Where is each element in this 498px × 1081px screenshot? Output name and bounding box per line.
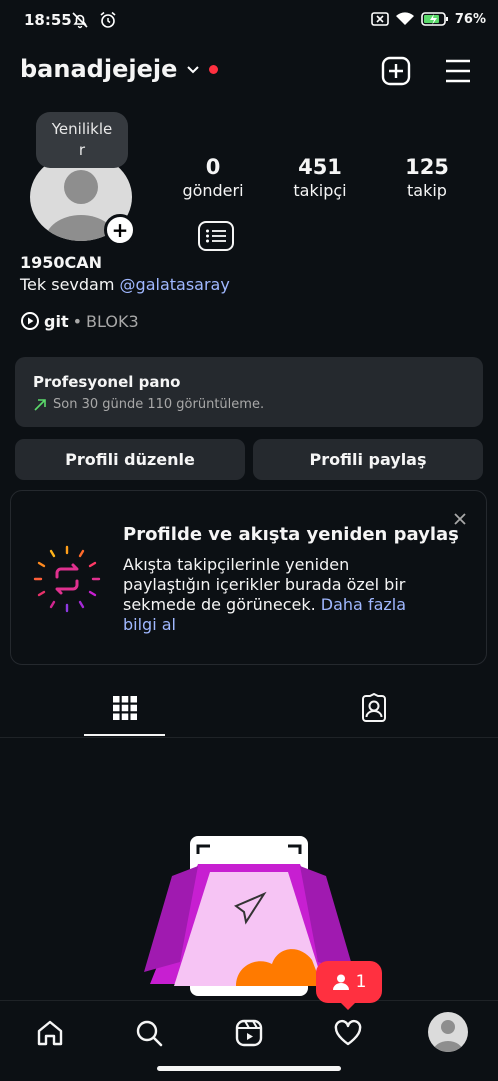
battery-icon — [421, 12, 448, 26]
username: banadjejeje — [20, 55, 178, 83]
nav-search[interactable] — [129, 1013, 169, 1053]
dashboard-title: Profesyonel pano — [33, 373, 181, 391]
music-separator: • — [72, 311, 83, 331]
status-time: 18:55 — [24, 11, 72, 29]
following-stat[interactable]: 125 takip — [382, 155, 472, 200]
wifi-icon — [395, 12, 414, 25]
notification-pointer — [339, 1001, 357, 1010]
tab-divider — [0, 737, 498, 738]
nav-home[interactable] — [30, 1013, 70, 1053]
music-row[interactable]: git • BLOK3 — [20, 311, 139, 331]
professional-dashboard-card[interactable]: Profesyonel pano Son 30 günde 110 görünt… — [15, 357, 483, 427]
reels-icon — [235, 1019, 263, 1047]
home-indicator — [157, 1066, 341, 1071]
chevron-down-icon — [187, 66, 200, 74]
grid-icon — [112, 696, 137, 720]
battery-percent: 76% — [454, 11, 486, 27]
tab-grid[interactable] — [84, 688, 165, 728]
following-count: 125 — [405, 155, 449, 179]
nav-activity[interactable] — [328, 1013, 368, 1053]
muted-bell-icon — [72, 12, 88, 29]
dashboard-subtitle-row: Son 30 günde 110 görüntüleme. — [33, 397, 264, 412]
posts-count: 0 — [205, 155, 221, 179]
promo-title: Profilde ve akışta yeniden paylaş — [123, 524, 459, 545]
following-label: takip — [407, 181, 447, 200]
notes-line-2: r — [78, 141, 86, 159]
repost-promo-card: Profilde ve akışta yeniden paylaş Akışta… — [10, 490, 487, 665]
edit-profile-button[interactable]: Profili düzenle — [15, 439, 245, 480]
tagged-person-icon — [361, 693, 386, 722]
tab-tagged[interactable] — [333, 688, 414, 728]
status-left-icons — [70, 10, 118, 30]
heart-icon — [334, 1019, 362, 1046]
status-right-icons: 76% — [371, 11, 486, 27]
dismiss-button[interactable] — [448, 507, 472, 531]
posts-stat[interactable]: 0 gönderi — [168, 155, 258, 200]
posts-label: gönderi — [182, 181, 244, 200]
plus-square-icon — [381, 56, 411, 86]
bio-text: Tek sevdam — [20, 275, 120, 294]
dashboard-subtitle: Son 30 günde 110 görüntüleme. — [53, 397, 265, 412]
bio-mention-link[interactable]: @galatasaray — [120, 275, 230, 294]
active-tab-indicator — [84, 734, 165, 736]
home-icon — [37, 1020, 63, 1046]
search-icon — [136, 1020, 163, 1047]
followers-label: takipçi — [293, 181, 347, 200]
music-title: git — [44, 311, 69, 331]
share-profile-button[interactable]: Profili paylaş — [253, 439, 483, 480]
trend-arrow-icon — [34, 398, 46, 411]
nav-reels[interactable] — [229, 1013, 269, 1053]
person-icon — [332, 974, 349, 990]
notification-dot — [209, 64, 219, 74]
list-view-button[interactable] — [198, 221, 234, 251]
add-story-button[interactable]: + — [104, 214, 136, 246]
no-sim-icon — [371, 12, 389, 26]
list-icon — [206, 229, 226, 243]
follower-notification-badge[interactable]: 1 — [316, 961, 382, 1003]
promo-body: Akışta takipçilerinle yeniden paylaştığı… — [123, 555, 423, 635]
account-switcher[interactable]: banadjejeje — [20, 55, 219, 83]
followers-stat[interactable]: 451 takipçi — [275, 155, 365, 200]
alarm-icon — [100, 11, 116, 28]
nav-profile[interactable] — [428, 1012, 468, 1052]
notes-line-1: Yenilikle — [51, 120, 113, 138]
notes-bubble[interactable]: Yenilikle r — [36, 112, 128, 168]
hamburger-icon — [446, 59, 470, 83]
create-button[interactable] — [379, 54, 413, 88]
notification-count: 1 — [355, 972, 367, 992]
followers-count: 451 — [298, 155, 342, 179]
display-name: 1950CAN — [20, 253, 103, 272]
repost-icon — [31, 543, 103, 619]
menu-button[interactable] — [441, 54, 475, 88]
music-artist: BLOK3 — [86, 311, 139, 331]
play-circle-icon — [21, 312, 39, 330]
bio: Tek sevdam @galatasaray — [20, 275, 230, 294]
profile-avatar-icon — [428, 1012, 468, 1052]
close-icon — [454, 513, 466, 525]
